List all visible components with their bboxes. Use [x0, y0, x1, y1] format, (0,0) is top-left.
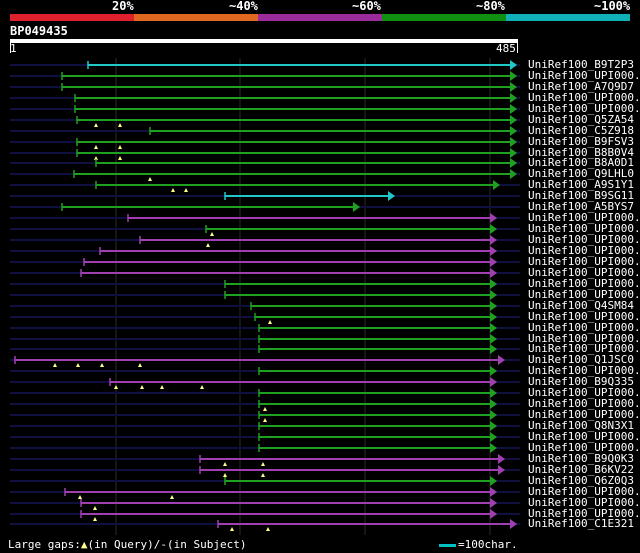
- gap-marker-icon: [266, 527, 270, 531]
- hit-arrow-icon: [490, 432, 497, 442]
- hit-arrow-icon: [510, 82, 517, 92]
- gap-marker-icon: [100, 363, 104, 367]
- hit-arrow-icon: [490, 235, 497, 245]
- hit-arrow-icon: [490, 224, 497, 234]
- gap-marker-icon: [118, 145, 122, 149]
- in-query-label: (in Query)/-: [87, 538, 167, 551]
- hit-name-link[interactable]: UniRef100_C1E321: [528, 518, 634, 529]
- gap-marker-icon: [200, 385, 204, 389]
- gap-marker-icon: [94, 145, 98, 149]
- hit-arrow-icon: [510, 126, 517, 136]
- gap-marker-icon: [206, 243, 210, 247]
- gap-marker-icon: [230, 527, 234, 531]
- gap-marker-icon: [171, 188, 175, 192]
- gap-marker-icon: [223, 473, 227, 477]
- gap-marker-icon: [261, 473, 265, 477]
- gap-marker-icon: [93, 517, 97, 521]
- gap-marker-icon: [263, 407, 267, 411]
- gap-marker-icon: [76, 363, 80, 367]
- hit-arrow-icon: [490, 334, 497, 344]
- hit-arrow-icon: [510, 169, 517, 179]
- gap-marker-icon: [184, 188, 188, 192]
- hit-arrow-icon: [490, 312, 497, 322]
- hit-arrow-icon: [498, 355, 505, 365]
- in-subject-label: (in Subject): [166, 538, 247, 551]
- hit-arrow-icon: [510, 60, 517, 70]
- hit-arrow-icon: [490, 279, 497, 289]
- hit-arrow-icon: [510, 519, 517, 529]
- gap-marker-icon: [263, 418, 267, 422]
- gap-marker-icon: [140, 385, 144, 389]
- hit-arrow-icon: [510, 115, 517, 125]
- gap-marker-icon: [53, 363, 57, 367]
- gap-marker-icon: [78, 495, 82, 499]
- gap-marker-icon: [118, 123, 122, 127]
- hit-arrow-icon: [490, 323, 497, 333]
- hit-arrow-icon: [353, 202, 360, 212]
- hit-arrow-icon: [490, 290, 497, 300]
- hit-arrow-icon: [388, 191, 395, 201]
- hit-arrow-icon: [510, 137, 517, 147]
- hit-arrow-icon: [490, 410, 497, 420]
- hit-arrow-icon: [490, 213, 497, 223]
- hit-arrow-icon: [490, 268, 497, 278]
- hit-arrow-icon: [490, 476, 497, 486]
- gap-marker-icon: [94, 123, 98, 127]
- hit-arrow-icon: [510, 148, 517, 158]
- hit-arrow-icon: [510, 104, 517, 114]
- hit-arrow-icon: [510, 93, 517, 103]
- gap-marker-icon: [148, 177, 152, 181]
- hit-arrow-icon: [490, 246, 497, 256]
- large-gaps-label: Large gaps:: [8, 538, 81, 551]
- scale-legend-line: [439, 544, 456, 547]
- hit-arrow-icon: [490, 443, 497, 453]
- hit-arrow-icon: [490, 257, 497, 267]
- hit-arrow-icon: [490, 366, 497, 376]
- gap-marker-icon: [261, 462, 265, 466]
- large-gaps-legend: Large gaps:▲(in Query)/-(in Subject): [8, 539, 246, 551]
- scale-legend-text: =100char.: [458, 538, 518, 551]
- hit-arrow-icon: [490, 487, 497, 497]
- gap-marker-icon: [210, 232, 214, 236]
- hit-arrow-icon: [490, 509, 497, 519]
- hit-arrow-icon: [493, 180, 500, 190]
- gap-marker-icon: [138, 363, 142, 367]
- gap-marker-icon: [118, 156, 122, 160]
- hit-arrow-icon: [490, 344, 497, 354]
- hit-arrow-icon: [490, 301, 497, 311]
- hit-arrow-icon: [490, 377, 497, 387]
- gap-marker-icon: [268, 320, 272, 324]
- hit-arrow-icon: [510, 158, 517, 168]
- hit-arrow-icon: [490, 399, 497, 409]
- hit-arrow-icon: [510, 71, 517, 81]
- hit-arrow-icon: [498, 454, 505, 464]
- gap-marker-icon: [93, 506, 97, 510]
- gap-marker-icon: [170, 495, 174, 499]
- gap-marker-icon: [114, 385, 118, 389]
- gap-marker-icon: [160, 385, 164, 389]
- hit-arrow-icon: [490, 498, 497, 508]
- gap-marker-icon: [223, 462, 227, 466]
- hit-arrow-icon: [490, 421, 497, 431]
- hit-arrow-icon: [490, 388, 497, 398]
- hit-arrow-icon: [498, 465, 505, 475]
